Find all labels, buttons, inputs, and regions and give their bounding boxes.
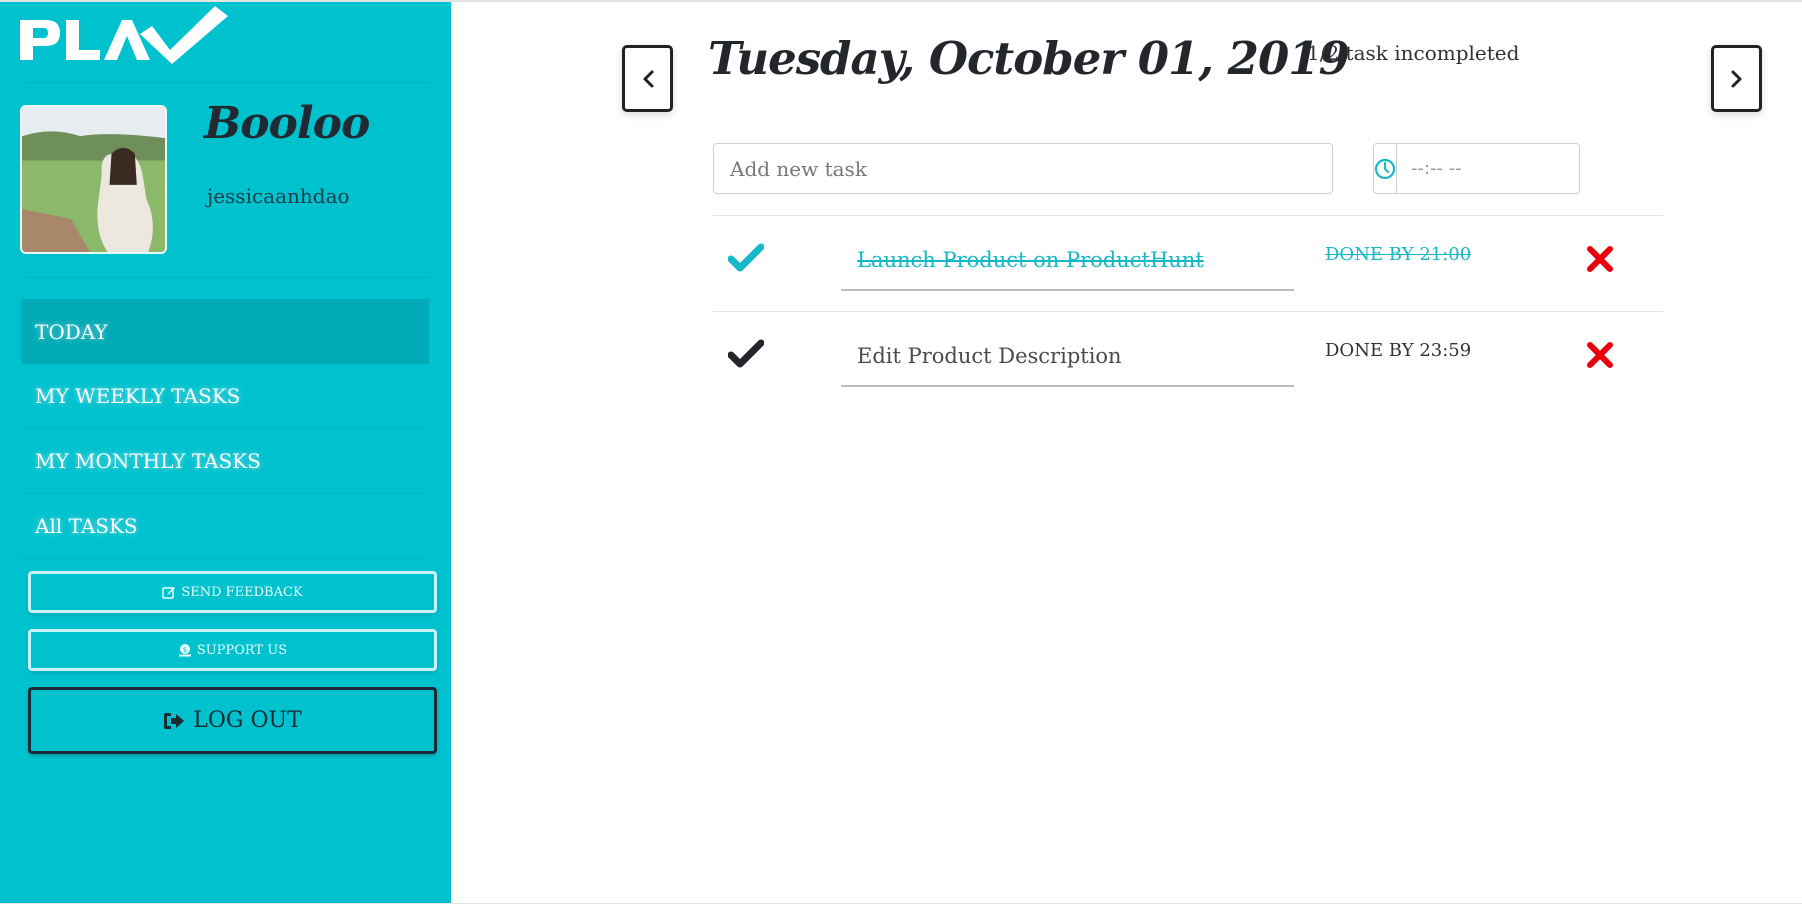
sidebar-item-label: MY MONTHLY TASKS — [35, 449, 261, 473]
incomplete-counter: 1/2 task incompleted — [1307, 41, 1520, 65]
complete-toggle[interactable] — [727, 338, 765, 370]
task-deadline: DONE BY 23:59 — [1325, 340, 1472, 361]
task-deadline: DONE BY 21:00 — [1325, 244, 1472, 265]
send-feedback-label: SEND FEEDBACK — [181, 584, 303, 600]
log-out-label: LOG OUT — [193, 708, 302, 733]
donate-icon: $ — [178, 643, 192, 657]
sidebar-item-monthly-tasks[interactable]: MY MONTHLY TASKS — [21, 429, 429, 494]
task-title-field[interactable]: Launch Product on ProductHunt — [841, 240, 1294, 291]
clock-addon — [1374, 144, 1397, 193]
check-icon — [727, 243, 765, 272]
sidebar-item-today[interactable]: TODAY — [21, 299, 429, 364]
sidebar-nav: TODAY MY WEEKLY TASKS MY MONTHLY TASKS A… — [21, 299, 429, 559]
support-us-button[interactable]: $ SUPPORT US — [28, 629, 437, 671]
task-title: Launch Product on ProductHunt — [857, 248, 1204, 272]
task-title: Edit Product Description — [857, 344, 1122, 368]
avatar[interactable] — [20, 105, 167, 254]
sign-out-icon — [163, 711, 185, 731]
new-task-input[interactable] — [713, 143, 1333, 194]
sidebar-divider — [21, 82, 429, 83]
task-row: Launch Product on ProductHunt DONE BY 21… — [713, 215, 1663, 311]
clock-icon — [1374, 158, 1396, 179]
date-title: Tuesday, October 01, 2019 — [708, 32, 1350, 85]
sidebar-item-all-tasks[interactable]: All TASKS — [21, 494, 429, 559]
send-feedback-button[interactable]: SEND FEEDBACK — [28, 571, 437, 613]
delete-task-button[interactable] — [1585, 340, 1615, 370]
previous-day-button[interactable] — [622, 45, 673, 112]
check-icon — [727, 339, 765, 368]
sidebar-item-label: MY WEEKLY TASKS — [35, 384, 241, 408]
chevron-left-icon — [643, 70, 653, 87]
display-name: Booloo — [204, 98, 370, 149]
time-input[interactable] — [1397, 144, 1636, 193]
support-us-label: SUPPORT US — [196, 642, 288, 658]
complete-toggle[interactable] — [727, 242, 765, 274]
bottom-border — [0, 903, 1802, 904]
chevron-right-icon — [1731, 70, 1741, 87]
task-row: Edit Product Description DONE BY 23:59 — [713, 311, 1663, 407]
sidebar-divider — [21, 277, 429, 278]
edit-icon — [162, 585, 176, 599]
plan-logo[interactable] — [20, 6, 228, 64]
time-picker — [1373, 143, 1636, 194]
sidebar-item-weekly-tasks[interactable]: MY WEEKLY TASKS — [21, 364, 429, 429]
close-icon — [1587, 246, 1613, 272]
sidebar: Booloo jessicaanhdao TODAY MY WEEKLY TAS… — [0, 2, 451, 903]
log-out-button[interactable]: LOG OUT — [28, 687, 437, 754]
delete-task-button[interactable] — [1585, 244, 1615, 274]
svg-text:$: $ — [183, 646, 187, 654]
task-title-field[interactable]: Edit Product Description — [841, 336, 1294, 387]
sidebar-item-label: TODAY — [35, 319, 108, 344]
username: jessicaanhdao — [207, 184, 350, 208]
sidebar-item-label: All TASKS — [35, 514, 138, 538]
close-icon — [1587, 342, 1613, 368]
next-day-button[interactable] — [1711, 45, 1762, 112]
